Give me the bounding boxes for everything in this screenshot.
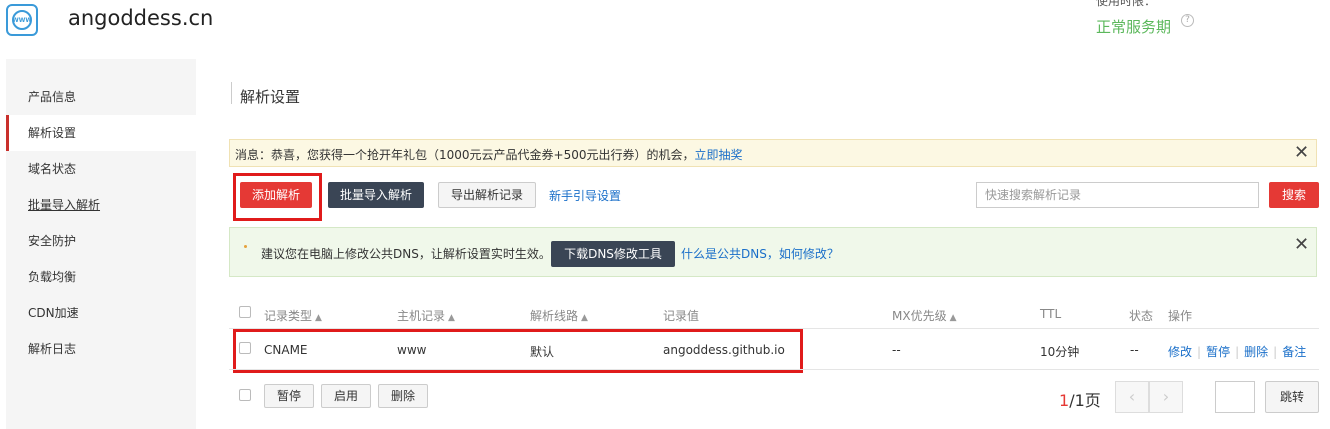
sidebar-item-product-info[interactable]: 产品信息 bbox=[6, 79, 196, 115]
separator: | bbox=[1273, 345, 1278, 359]
sidebar-item-domain-status[interactable]: 域名状态 bbox=[6, 151, 196, 187]
current-page: 1 bbox=[1059, 391, 1070, 410]
sidebar-item-label: 解析日志 bbox=[28, 342, 77, 356]
search-input[interactable] bbox=[976, 182, 1259, 208]
next-page-button[interactable]: › bbox=[1149, 381, 1183, 413]
separator: | bbox=[1197, 345, 1202, 359]
column-header-mx[interactable]: MX优先级 ▲ bbox=[892, 307, 957, 324]
sidebar-item-label: 域名状态 bbox=[28, 162, 77, 176]
edit-link[interactable]: 修改 bbox=[1168, 345, 1192, 359]
export-records-button[interactable]: 导出解析记录 bbox=[438, 182, 536, 208]
separator: | bbox=[1235, 345, 1240, 359]
jump-page-button[interactable]: 跳转 bbox=[1265, 381, 1319, 413]
delete-link[interactable]: 删除 bbox=[1244, 345, 1268, 359]
column-header-ttl: TTL bbox=[1040, 307, 1062, 321]
section-divider bbox=[231, 82, 232, 104]
usage-period-label: 使用时限： bbox=[1096, 0, 1157, 8]
column-header-type[interactable]: 记录类型 ▲ bbox=[264, 307, 322, 324]
column-header-actions: 操作 bbox=[1168, 309, 1193, 323]
column-label: 解析线路 bbox=[530, 309, 579, 323]
cell-status: -- bbox=[1130, 343, 1139, 357]
select-all-checkbox[interactable] bbox=[239, 306, 251, 318]
globe-icon: WWW bbox=[12, 10, 32, 30]
dns-tip-text: 建议您在电脑上修改公共DNS，让解析设置实时生效。 bbox=[261, 247, 551, 261]
batch-delete-button[interactable]: 删除 bbox=[378, 384, 428, 408]
sidebar-item-cdn[interactable]: CDN加速 bbox=[6, 295, 196, 331]
chevron-right-icon: › bbox=[1162, 387, 1170, 406]
column-label: 主机记录 bbox=[397, 309, 446, 323]
sort-up-icon: ▲ bbox=[315, 313, 322, 323]
total-pages: /1页 bbox=[1069, 391, 1101, 410]
close-dns-tip-icon[interactable]: ✕ bbox=[1294, 236, 1309, 254]
bullet-icon bbox=[244, 245, 247, 248]
sidebar-item-load-balance[interactable]: 负载均衡 bbox=[6, 259, 196, 295]
column-header-status: 状态 bbox=[1129, 309, 1154, 323]
cell-mx: -- bbox=[892, 343, 901, 357]
add-record-button[interactable]: 添加解析 bbox=[240, 182, 312, 208]
sidebar-item-security[interactable]: 安全防护 bbox=[6, 223, 196, 259]
batch-enable-button[interactable]: 启用 bbox=[321, 384, 371, 408]
column-header-line[interactable]: 解析线路 ▲ bbox=[530, 307, 588, 324]
column-header-host[interactable]: 主机记录 ▲ bbox=[397, 307, 455, 324]
search-button[interactable]: 搜索 bbox=[1269, 182, 1319, 208]
notice-banner: 消息：恭喜，您获得一个抢开年礼包（1000元云产品代金券+500元出行券）的机会… bbox=[229, 139, 1317, 167]
download-dns-tool-button[interactable]: 下载DNS修改工具 bbox=[551, 241, 675, 267]
sidebar-item-label: 负载均衡 bbox=[28, 270, 77, 284]
batch-pause-button[interactable]: 暂停 bbox=[264, 384, 314, 408]
notice-text: 消息：恭喜，您获得一个抢开年礼包（1000元云产品代金券+500元出行券）的机会… bbox=[235, 146, 743, 163]
cell-ttl: 10分钟 bbox=[1040, 345, 1080, 359]
help-icon[interactable]: ? bbox=[1181, 14, 1194, 27]
sidebar-item-dns-settings[interactable]: 解析设置 bbox=[6, 115, 196, 151]
sidebar-item-dns-log[interactable]: 解析日志 bbox=[6, 331, 196, 367]
note-link[interactable]: 备注 bbox=[1282, 345, 1306, 359]
sort-up-icon: ▲ bbox=[448, 313, 455, 323]
site-logo-icon: WWW bbox=[6, 4, 38, 36]
close-notice-icon[interactable]: ✕ bbox=[1294, 144, 1309, 162]
sidebar-item-label: 产品信息 bbox=[28, 90, 77, 104]
column-header-value: 记录值 bbox=[663, 309, 700, 323]
lottery-link[interactable]: 立即抽奖 bbox=[695, 148, 743, 162]
domain-title: angoddess.cn bbox=[68, 6, 214, 30]
sidebar-item-label: CDN加速 bbox=[28, 306, 79, 320]
dns-tip-banner: 建议您在电脑上修改公共DNS，让解析设置实时生效。 下载DNS修改工具 什么是公… bbox=[229, 227, 1317, 277]
sort-up-icon: ▲ bbox=[949, 313, 957, 323]
guide-settings-link[interactable]: 新手引导设置 bbox=[549, 187, 621, 204]
sidebar-item-label: 批量导入解析 bbox=[28, 198, 101, 212]
public-dns-help-link[interactable]: 什么是公共DNS，如何修改？ bbox=[681, 245, 839, 262]
sort-up-icon: ▲ bbox=[581, 313, 588, 323]
page-title: 解析设置 bbox=[240, 88, 301, 106]
highlight-box bbox=[233, 329, 803, 373]
sidebar: 产品信息 解析设置 域名状态 批量导入解析 安全防护 负载均衡 CDN加速 解析… bbox=[6, 59, 196, 429]
batch-select-checkbox[interactable] bbox=[239, 389, 251, 401]
records-table: 记录类型 ▲ 主机记录 ▲ 解析线路 ▲ 记录值 MX优先级 ▲ TTL 状态 操作 C… bbox=[229, 297, 1319, 425]
row-divider bbox=[229, 369, 1319, 370]
service-status: 正常服务期 bbox=[1096, 18, 1172, 36]
sidebar-item-batch-import[interactable]: 批量导入解析 bbox=[6, 187, 196, 223]
chevron-left-icon: ‹ bbox=[1128, 387, 1136, 406]
pause-link[interactable]: 暂停 bbox=[1206, 345, 1230, 359]
notice-message: 消息：恭喜，您获得一个抢开年礼包（1000元云产品代金券+500元出行券）的机会… bbox=[235, 148, 695, 162]
column-label: MX优先级 bbox=[892, 309, 947, 323]
page-indicator: 1/1页 bbox=[1059, 387, 1101, 411]
cell-actions: 修改 | 暂停 | 删除 | 备注 bbox=[1168, 343, 1306, 360]
page-number-input[interactable] bbox=[1215, 381, 1255, 413]
column-label: 记录类型 bbox=[264, 309, 313, 323]
sidebar-item-label: 安全防护 bbox=[28, 234, 77, 248]
sidebar-item-label: 解析设置 bbox=[28, 126, 77, 140]
prev-page-button[interactable]: ‹ bbox=[1115, 381, 1149, 413]
batch-import-button[interactable]: 批量导入解析 bbox=[328, 182, 424, 208]
